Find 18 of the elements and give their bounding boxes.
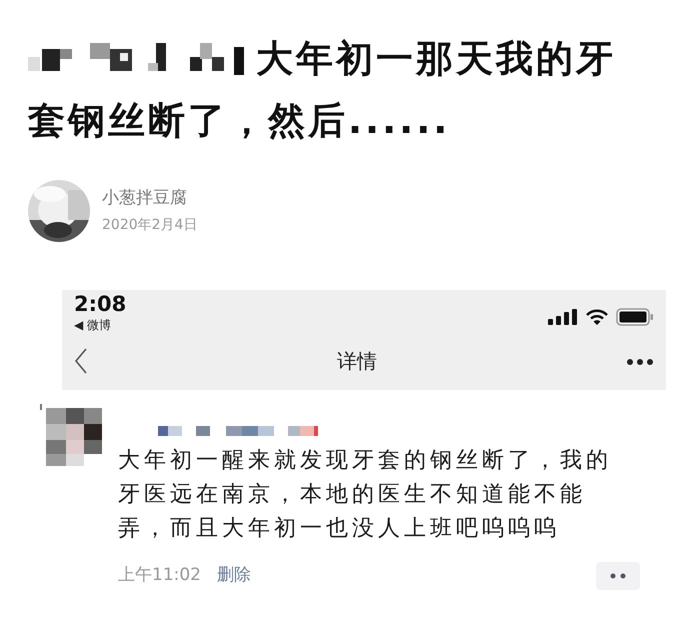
back-to-app-link[interactable]: ◀ 微博 [74, 316, 126, 334]
back-button[interactable] [74, 347, 88, 375]
comment-options-button[interactable] [596, 562, 640, 590]
article-title: 套钢丝断了，然后...... [28, 99, 450, 142]
post-date: 2020年2月4日 [102, 216, 198, 236]
comment-text: 大年初一醒来就发现牙套的钢丝断了，我的牙医远在南京，本地的医生不知道能不能弄，而且大年初一也没人上班吧呜呜呜 [118, 447, 613, 543]
more-icon [610, 573, 626, 579]
status-time: 2:08 [74, 292, 126, 316]
article-title: 大年初一那天我的牙 [256, 36, 616, 82]
page-title: 详情 [337, 348, 377, 375]
comment-time: 上午11:02 [118, 564, 201, 588]
back-icon [74, 347, 88, 375]
more-icon [626, 358, 654, 366]
wifi-icon [586, 309, 608, 325]
battery-icon [616, 308, 654, 326]
signal-icon [548, 309, 578, 325]
author-name: 小葱拌豆腐 [102, 186, 188, 210]
delete-link[interactable]: 删除 [217, 563, 251, 589]
